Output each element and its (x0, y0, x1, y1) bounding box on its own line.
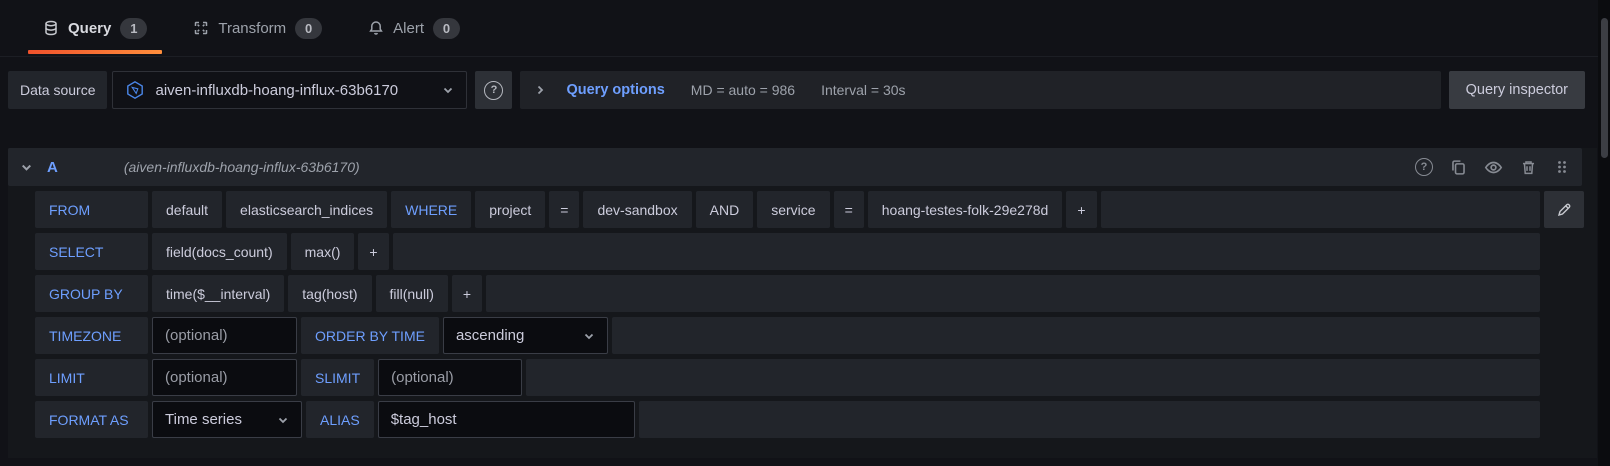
tab-alert[interactable]: Alert 0 (353, 0, 475, 56)
timezone-row: TIMEZONE ORDER BY TIME ascending (35, 317, 1540, 354)
limit-row: LIMIT SLIMIT (35, 359, 1540, 396)
transform-icon (193, 20, 209, 36)
slimit-input[interactable] (378, 359, 522, 396)
order-by-time-value: ascending (456, 327, 524, 344)
bell-icon (368, 20, 384, 36)
row-fill (612, 317, 1540, 354)
delete-query-trash-button[interactable] (1520, 159, 1537, 176)
scrollbar-track (1598, 0, 1610, 466)
add-where-condition-button[interactable]: + (1066, 191, 1096, 228)
measurement-segment[interactable]: elasticsearch_indices (226, 191, 387, 228)
scrollbar-thumb[interactable] (1601, 18, 1608, 158)
add-group-by-button[interactable]: + (452, 275, 482, 312)
row-fill (1101, 191, 1541, 228)
row-fill (486, 275, 1540, 312)
question-circle-icon: ? (484, 81, 503, 100)
group-by-keyword: GROUP BY (35, 275, 148, 312)
chevron-down-icon (442, 84, 454, 96)
question-circle-icon: ? (1415, 158, 1433, 176)
where-operator-segment[interactable]: = (834, 191, 864, 228)
drag-handle-grip-icon[interactable] (1554, 159, 1570, 175)
tab-alert-count-badge: 0 (433, 18, 460, 39)
chevron-right-icon (534, 84, 546, 96)
query-options-bar[interactable]: Query options MD = auto = 986 Interval =… (520, 71, 1440, 109)
select-row: SELECT field(docs_count) max() + (35, 233, 1540, 270)
where-condition-segment[interactable]: AND (696, 191, 754, 228)
order-by-time-keyword: ORDER BY TIME (301, 317, 439, 354)
tab-query[interactable]: Query 1 (28, 0, 162, 56)
query-inspector-button[interactable]: Query inspector (1449, 71, 1585, 109)
chevron-down-icon (277, 414, 289, 426)
tab-alert-label: Alert (393, 20, 424, 37)
from-keyword: FROM (35, 191, 148, 228)
group-by-fill-segment[interactable]: fill(null) (376, 275, 448, 312)
row-fill (526, 359, 1540, 396)
collapse-chevron-icon[interactable] (20, 161, 33, 174)
datasource-label: Data source (8, 71, 107, 109)
format-as-row: FORMAT AS Time series ALIAS (35, 401, 1540, 438)
tab-transform-count-badge: 0 (295, 18, 322, 39)
toggle-visibility-eye-button[interactable] (1484, 158, 1503, 177)
row-fill (639, 401, 1540, 438)
query-options-interval: Interval = 30s (821, 82, 905, 98)
database-icon (43, 20, 59, 36)
retention-policy-segment[interactable]: default (152, 191, 222, 228)
limit-input[interactable] (152, 359, 297, 396)
format-as-keyword: FORMAT AS (35, 401, 148, 438)
where-operator-segment[interactable]: = (549, 191, 579, 228)
query-datasource-hint: (aiven-influxdb-hoang-influx-63b6170) (124, 159, 1401, 175)
order-by-time-select[interactable]: ascending (443, 317, 608, 354)
chevron-down-icon (583, 330, 595, 342)
query-options-label: Query options (566, 82, 664, 98)
query-row-header[interactable]: A (aiven-influxdb-hoang-influx-63b6170) … (8, 148, 1582, 186)
row-fill (393, 233, 1540, 270)
group-by-time-segment[interactable]: time($__interval) (152, 275, 284, 312)
timezone-keyword: TIMEZONE (35, 317, 148, 354)
format-as-select[interactable]: Time series (152, 401, 302, 438)
query-header-actions: ? (1415, 158, 1570, 177)
group-by-tag-segment[interactable]: tag(host) (288, 275, 371, 312)
query-editor-tabbar: Query 1 Transform 0 Alert 0 (0, 0, 1610, 57)
influxdb-logo-icon (125, 80, 145, 100)
query-ref-id: A (47, 159, 58, 176)
query-editor-panel: A (aiven-influxdb-hoang-influx-63b6170) … (8, 148, 1597, 458)
from-row: FROM default elasticsearch_indices WHERE… (35, 191, 1540, 228)
alias-input[interactable] (378, 401, 635, 438)
select-aggregation-segment[interactable]: max() (291, 233, 355, 270)
datasource-help-button[interactable]: ? (475, 71, 512, 109)
slimit-keyword: SLIMIT (301, 359, 374, 396)
edit-query-pencil-button[interactable] (1544, 191, 1584, 228)
tab-query-label: Query (68, 20, 111, 37)
help-button[interactable]: ? (1415, 158, 1433, 176)
tab-transform[interactable]: Transform 0 (178, 0, 337, 56)
query-options-md: MD = auto = 986 (691, 82, 795, 98)
where-tag-key-segment[interactable]: service (757, 191, 829, 228)
where-tag-key-segment[interactable]: project (475, 191, 545, 228)
duplicate-query-button[interactable] (1450, 159, 1467, 176)
alias-keyword: ALIAS (306, 401, 374, 438)
datasource-picker[interactable]: aiven-influxdb-hoang-influx-63b6170 (112, 71, 467, 109)
query-rows: FROM default elasticsearch_indices WHERE… (35, 191, 1540, 438)
datasource-toolbar: Data source aiven-influxdb-hoang-influx-… (8, 71, 1585, 109)
select-keyword: SELECT (35, 233, 148, 270)
timezone-input[interactable] (152, 317, 297, 354)
where-tag-value-segment[interactable]: dev-sandbox (583, 191, 691, 228)
where-tag-value-segment[interactable]: hoang-testes-folk-29e278d (868, 191, 1063, 228)
add-select-part-button[interactable]: + (358, 233, 388, 270)
limit-keyword: LIMIT (35, 359, 148, 396)
where-keyword: WHERE (391, 191, 471, 228)
tab-transform-label: Transform (218, 20, 286, 37)
select-field-segment[interactable]: field(docs_count) (152, 233, 287, 270)
group-by-row: GROUP BY time($__interval) tag(host) fil… (35, 275, 1540, 312)
tab-query-count-badge: 1 (120, 18, 147, 39)
format-as-value: Time series (165, 411, 242, 428)
datasource-name: aiven-influxdb-hoang-influx-63b6170 (155, 82, 432, 99)
